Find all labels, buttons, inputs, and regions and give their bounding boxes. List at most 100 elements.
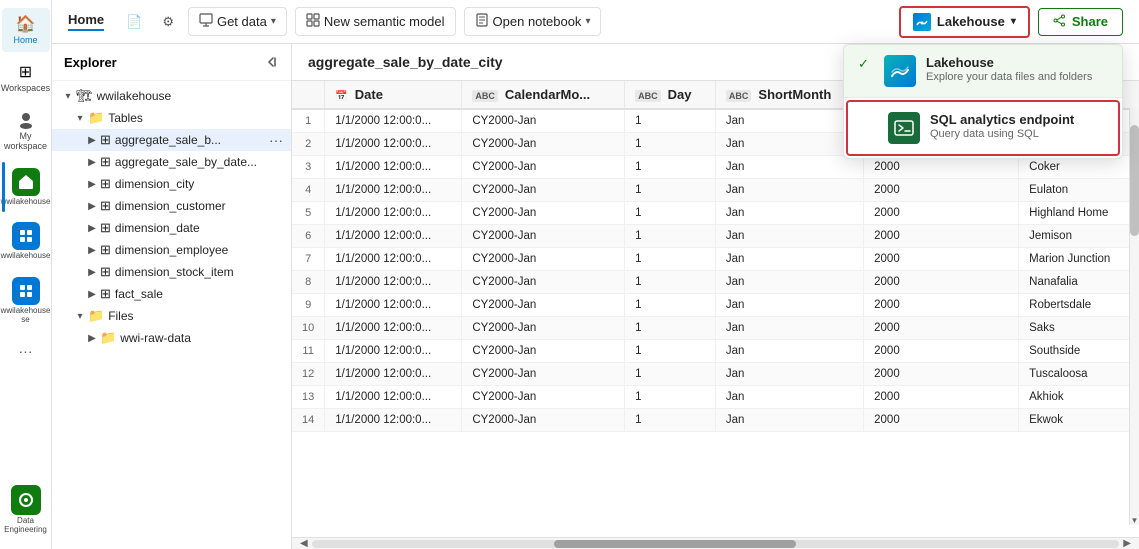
table-icon-1: ⊞ [100, 154, 111, 170]
cell-calyear: 2000 [864, 317, 1019, 340]
workspace-label: wwilakehouse [97, 89, 283, 103]
table-row: 4 1/1/2000 12:00:0... CY2000-Jan 1 Jan 2… [292, 179, 1139, 202]
cell-day: 1 [625, 340, 716, 363]
cell-day: 1 [625, 225, 716, 248]
workspace-icon: 🏗 [76, 88, 93, 104]
tree-files-group[interactable]: ▾ 📁 Files [52, 305, 291, 327]
col-header-calmonth[interactable]: ABC CalendarMo... [462, 81, 625, 109]
cell-day: 1 [625, 179, 716, 202]
share-button[interactable]: Share [1038, 8, 1123, 36]
cell-shortmonth: Jan [715, 317, 863, 340]
cell-rownum: 9 [292, 294, 325, 317]
table-icon-6: ⊞ [100, 264, 111, 280]
col-header-day[interactable]: ABC Day [625, 81, 716, 109]
vertical-scrollbar[interactable]: ▲ ▼ [1129, 81, 1139, 525]
table-more-0[interactable]: ··· [269, 132, 283, 148]
col-header-shortmonth[interactable]: ABC ShortMonth [715, 81, 863, 109]
caret-tables[interactable]: ▾ [72, 113, 88, 124]
sidebar-item-wwilakehouse2[interactable]: wwilakehouse [2, 216, 50, 267]
new-item-button[interactable]: 📄 [120, 9, 148, 35]
get-data-label: Get data [217, 14, 267, 29]
sidebar-item-home[interactable]: 🏠 Home [2, 8, 50, 52]
top-bar: Home 📄 ⚙ Get data ▾ New semantic model O… [52, 0, 1139, 44]
cell-day: 1 [625, 294, 716, 317]
caret-table-2[interactable]: ▶ [84, 179, 100, 190]
sidebar-item-workspaces[interactable]: ⊞ Workspaces [2, 56, 50, 100]
caret-table-5[interactable]: ▶ [84, 245, 100, 256]
collapse-explorer-button[interactable] [263, 54, 279, 70]
scroll-right-button[interactable]: ▶ [1119, 538, 1135, 549]
sidebar-item-data-engineering[interactable]: Data Engineering [2, 479, 50, 541]
cell-city: Highland Home [1019, 202, 1139, 225]
caret-table-0[interactable]: ▶ [84, 135, 100, 146]
sidebar-item-wwilakehouse3[interactable]: wwilakehouse se [2, 271, 50, 331]
h-scroll-track[interactable] [312, 540, 1120, 548]
cell-shortmonth: Jan [715, 202, 863, 225]
lakehouse-label: Lakehouse [937, 14, 1005, 29]
cell-calyear: 2000 [864, 248, 1019, 271]
scroll-thumb[interactable] [1130, 125, 1139, 236]
scroll-down-button[interactable]: ▼ [1130, 516, 1139, 525]
cell-date: 1/1/2000 12:00:0... [325, 109, 462, 133]
h-scroll-thumb[interactable] [554, 540, 796, 548]
cell-calmonth: CY2000-Jan [462, 317, 625, 340]
tree-root-wwilakehouse[interactable]: ▾ 🏗 wwilakehouse [52, 85, 291, 107]
horizontal-scrollbar[interactable]: ◀ ▶ [292, 537, 1139, 549]
cell-calmonth: CY2000-Jan [462, 409, 625, 432]
sidebar-item-my-workspace[interactable]: My workspace [2, 104, 50, 158]
caret-wwilakehouse[interactable]: ▾ [60, 91, 76, 102]
list-item[interactable]: ▶ ⊞ aggregate_sale_b... ··· [52, 129, 291, 151]
tree-tables-group[interactable]: ▾ 📁 Tables [52, 107, 291, 129]
table-icon-5: ⊞ [100, 242, 111, 258]
cell-date: 1/1/2000 12:00:0... [325, 340, 462, 363]
get-data-button[interactable]: Get data ▾ [188, 7, 287, 36]
list-item[interactable]: ▶ ⊞ aggregate_sale_by_date... [52, 151, 291, 173]
caret-table-4[interactable]: ▶ [84, 223, 100, 234]
files-label: Files [108, 309, 283, 323]
table-row: 12 1/1/2000 12:00:0... CY2000-Jan 1 Jan … [292, 363, 1139, 386]
dropdown-item-sql[interactable]: SQL analytics endpoint Query data using … [846, 100, 1120, 156]
caret-table-3[interactable]: ▶ [84, 201, 100, 212]
new-semantic-model-label: New semantic model [324, 14, 445, 29]
list-item[interactable]: ▶ ⊞ fact_sale [52, 283, 291, 305]
settings-button[interactable]: ⚙ [156, 9, 180, 35]
lakehouse-button[interactable]: Lakehouse ▾ [899, 6, 1030, 38]
cell-rownum: 3 [292, 156, 325, 179]
caret-file-0[interactable]: ▶ [84, 333, 100, 344]
page-title[interactable]: Home [68, 12, 104, 31]
cell-shortmonth: Jan [715, 179, 863, 202]
sidebar-item-wwilakehouse1-label: wwilakehouse [1, 198, 51, 207]
cell-calmonth: CY2000-Jan [462, 248, 625, 271]
open-notebook-button[interactable]: Open notebook ▾ [464, 7, 602, 36]
table-row: 7 1/1/2000 12:00:0... CY2000-Jan 1 Jan 2… [292, 248, 1139, 271]
table-label-2: dimension_city [115, 177, 283, 191]
notebook-chevron: ▾ [585, 16, 590, 27]
caret-table-6[interactable]: ▶ [84, 267, 100, 278]
caret-table-7[interactable]: ▶ [84, 289, 100, 300]
list-item[interactable]: ▶ ⊞ dimension_employee [52, 239, 291, 261]
list-item[interactable]: ▶ ⊞ dimension_city [52, 173, 291, 195]
new-semantic-model-button[interactable]: New semantic model [295, 7, 456, 36]
sidebar-item-wwilakehouse1[interactable]: wwilakehouse [2, 162, 50, 213]
table-label-7: fact_sale [115, 287, 283, 301]
table-row: 5 1/1/2000 12:00:0... CY2000-Jan 1 Jan 2… [292, 202, 1139, 225]
sidebar-item-wwilakehouse3-label: wwilakehouse se [1, 307, 51, 325]
sidebar-item-home-label: Home [13, 36, 37, 46]
cell-shortmonth: Jan [715, 156, 863, 179]
list-item[interactable]: ▶ ⊞ dimension_stock_item [52, 261, 291, 283]
cell-city: Robertsdale [1019, 294, 1139, 317]
caret-files[interactable]: ▾ [72, 311, 88, 322]
dropdown-item-lakehouse[interactable]: ✓ Lakehouse Explore your data files and … [844, 45, 1122, 97]
list-item[interactable]: ▶ ⊞ dimension_customer [52, 195, 291, 217]
scroll-left-button[interactable]: ◀ [296, 538, 312, 549]
col-header-date[interactable]: 📅 Date [325, 81, 462, 109]
col-date-label: Date [355, 87, 383, 102]
sidebar-item-more[interactable]: ··· [2, 335, 50, 367]
col-day-label: Day [668, 87, 692, 102]
list-item[interactable]: ▶ 📁 wwi-raw-data [52, 327, 291, 349]
get-data-icon [199, 13, 213, 30]
wwilakehouse2-icon [12, 222, 40, 250]
list-item[interactable]: ▶ ⊞ dimension_date [52, 217, 291, 239]
cell-date: 1/1/2000 12:00:0... [325, 409, 462, 432]
caret-table-1[interactable]: ▶ [84, 157, 100, 168]
